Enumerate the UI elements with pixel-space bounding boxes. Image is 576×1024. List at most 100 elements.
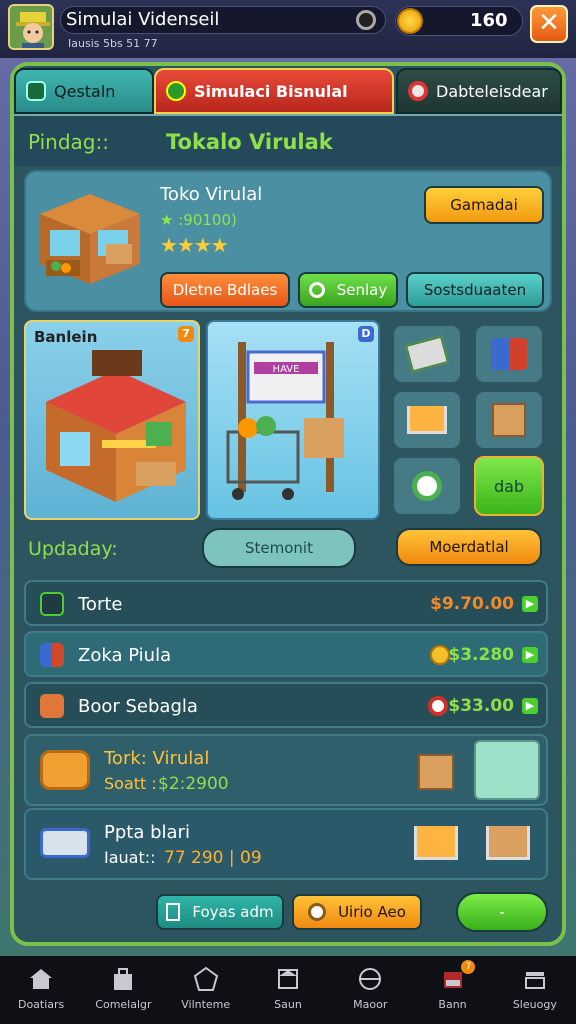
tab-qestaln[interactable]: Qestaln xyxy=(14,68,154,114)
nav-item-network[interactable]: Maoor xyxy=(329,956,411,1024)
shield-icon xyxy=(308,903,327,921)
door-icon xyxy=(166,903,181,921)
tab-simulaci[interactable]: Simulaci Bisnulal xyxy=(154,68,394,114)
alert-icon xyxy=(428,696,448,716)
tab-label: Simulaci Bisnulal xyxy=(194,81,348,101)
list-item-tork[interactable]: Tork: Virulal Soatt : $2:2900 xyxy=(24,734,548,806)
section-title: Tokalo Virulak xyxy=(166,130,333,154)
dletne-button[interactable]: Dletne Bdlaes xyxy=(160,272,290,308)
settings-icon[interactable] xyxy=(356,10,376,30)
row-label: Zoka Piula xyxy=(78,645,172,666)
confirm-button[interactable]: - xyxy=(456,892,548,932)
big-row-title: Ppta blari xyxy=(104,822,190,843)
coin-value: 160 xyxy=(470,10,508,31)
uirio-label: Uirio Aeo xyxy=(338,903,406,921)
camera-icon xyxy=(40,750,90,790)
grid-item-search[interactable] xyxy=(392,456,462,516)
nav-item-bag[interactable]: Comelalgr xyxy=(82,956,164,1024)
senlay-label: Senlay xyxy=(336,281,388,299)
player-avatar[interactable] xyxy=(8,4,54,50)
store-sign-text: HAVE xyxy=(273,364,300,375)
foyas-label: Foyas adm xyxy=(192,903,274,921)
cart-icon xyxy=(407,406,447,434)
nav-item-store[interactable]: Saun xyxy=(247,956,329,1024)
reward-box-button[interactable] xyxy=(474,740,540,800)
gamadai-button[interactable]: Gamadai xyxy=(424,186,544,224)
check-icon xyxy=(166,81,186,101)
route-icon xyxy=(40,592,64,616)
row-value: $9.70.00 xyxy=(430,594,514,614)
coin-icon xyxy=(430,645,450,665)
foyas-button[interactable]: Foyas adm xyxy=(156,894,284,930)
cart-stand-image[interactable]: HAVE xyxy=(206,320,380,520)
nav-item-badge[interactable]: Vilnteme xyxy=(165,956,247,1024)
uirio-button[interactable]: Uirio Aeo xyxy=(292,894,422,930)
grid-item-package[interactable] xyxy=(474,390,544,450)
list-item-boor[interactable]: Boor Sebagla $33.00 ▶ xyxy=(24,682,548,728)
stack-icon xyxy=(524,972,545,989)
nav-label: Comelalgr xyxy=(95,998,152,1011)
tab-dabteleisdear[interactable]: Dabteleisdear xyxy=(396,68,562,114)
boxes-icon xyxy=(40,643,64,667)
shop-illustration xyxy=(40,194,140,284)
cart-icon[interactable] xyxy=(486,826,530,860)
tab-label: Dabteleisdear xyxy=(436,81,548,101)
boxes-icon xyxy=(491,338,527,370)
row-label: Torte xyxy=(78,594,123,615)
nav-item-library[interactable]: Sleuogy xyxy=(494,956,576,1024)
game-title: Simulai Videnseil xyxy=(66,9,220,30)
big-row-title: Tork: Virulal xyxy=(104,748,210,769)
update-label: Updaday: xyxy=(28,538,118,560)
bag-icon xyxy=(114,968,133,990)
row-value: $33.00 xyxy=(448,696,514,716)
grid-item-map[interactable] xyxy=(392,324,462,384)
map-icon xyxy=(405,335,449,373)
shop-building-image[interactable] xyxy=(24,320,200,520)
list-item-ppta[interactable]: Ppta blari Iauat:: 77 290 | 09 xyxy=(24,808,548,880)
big-row-value: $2:2900 xyxy=(158,774,229,794)
nav-label: Vilnteme xyxy=(181,998,231,1011)
drill-icon xyxy=(40,828,90,858)
box-icon xyxy=(40,694,64,718)
refresh-icon xyxy=(308,282,325,298)
notification-badge: 7 xyxy=(461,960,476,974)
dab-button[interactable]: dab xyxy=(474,456,544,516)
row-value: $3.280 xyxy=(448,645,514,665)
coin-icon xyxy=(397,8,423,34)
store-icon xyxy=(277,969,298,989)
shop-stat: ★ :90100) xyxy=(160,211,237,229)
package-icon xyxy=(492,403,526,437)
target-icon xyxy=(408,81,428,101)
grid-item-cart[interactable] xyxy=(392,390,462,450)
play-icon[interactable]: ▶ xyxy=(522,647,538,663)
emblem-icon xyxy=(193,966,218,991)
sostsduaaten-button[interactable]: Sostsduaaten xyxy=(406,272,544,308)
home-icon xyxy=(30,969,53,989)
list-item-torte[interactable]: Torte $9.70.00 ▶ xyxy=(24,580,548,626)
rating-stars: ★★★★ xyxy=(160,233,229,257)
nav-label: Bann xyxy=(438,998,467,1011)
shop-title: Toko Virulal xyxy=(160,184,263,205)
close-button[interactable]: ✕ xyxy=(530,5,568,43)
badge-count: 7 xyxy=(178,326,194,342)
grid-item-boxes[interactable] xyxy=(474,324,544,384)
section-label: Pindag:: xyxy=(28,130,109,154)
list-item-zoka[interactable]: Zoka Piula $3.280 ▶ xyxy=(24,631,548,677)
stemonit-button[interactable]: Stemonit xyxy=(202,528,356,568)
row-label: Boor Sebagla xyxy=(78,696,198,717)
nav-label: Sleuogy xyxy=(512,998,557,1011)
moerdatlal-button[interactable]: Moerdatlal xyxy=(396,528,542,566)
senlay-button[interactable]: Senlay xyxy=(298,272,398,308)
cart-icon xyxy=(414,826,458,860)
globe-icon xyxy=(359,968,382,990)
game-subtitle: Iausis 5bs 51 77 xyxy=(68,37,158,50)
video-icon xyxy=(26,81,46,101)
big-row-value: 77 290 | 09 xyxy=(164,848,262,868)
play-icon[interactable]: ▶ xyxy=(522,698,538,714)
nav-item-home[interactable]: Doatiars xyxy=(0,956,82,1024)
play-icon[interactable]: ▶ xyxy=(522,596,538,612)
nav-label: Saun xyxy=(274,998,302,1011)
nav-item-inbox[interactable]: 7 Bann xyxy=(411,956,493,1024)
tab-label: Qestaln xyxy=(54,81,116,101)
bottom-nav: Doatiars Comelalgr Vilnteme Saun Maoor 7… xyxy=(0,956,576,1024)
